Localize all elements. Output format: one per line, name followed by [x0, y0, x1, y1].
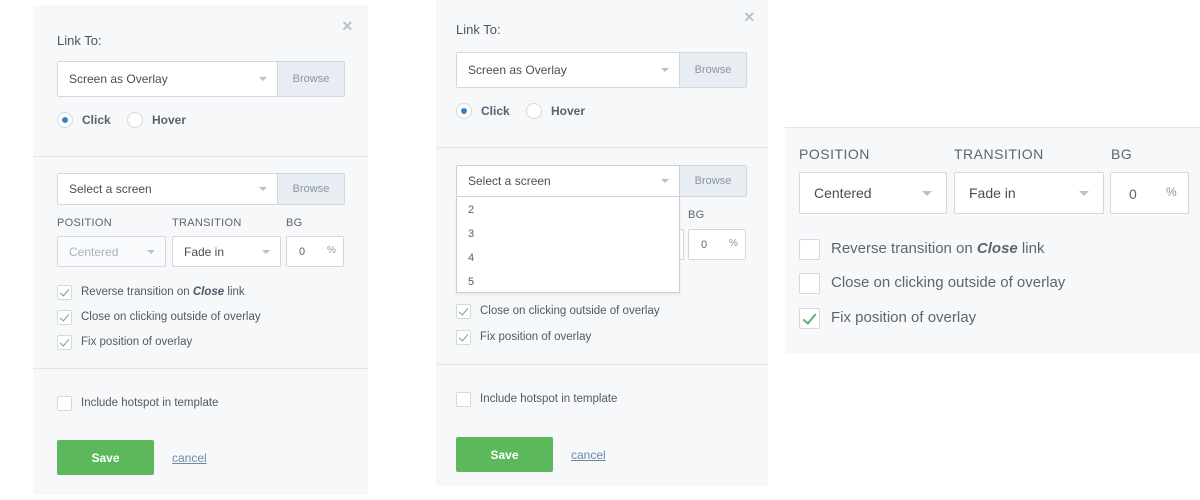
bg-percent-unit: %: [729, 238, 738, 249]
link-settings-panel-dropdown-open: × Link To: Screen as Overlay Browse Clic…: [436, 0, 768, 486]
reverse-transition-checkbox[interactable]: [57, 285, 72, 300]
chevron-down-icon: [1079, 191, 1089, 196]
chevron-down-icon: [259, 187, 267, 191]
screen-dropdown-list: 2 3 4 5: [456, 197, 680, 293]
bg-heading: BG: [286, 217, 303, 229]
link-type-value: Screen as Overlay: [69, 72, 168, 86]
close-outside-checkbox[interactable]: [456, 304, 471, 319]
link-settings-panel: × Link To: Screen as Overlay Browse Clic…: [33, 5, 368, 495]
screen-browse-button[interactable]: Browse: [680, 165, 747, 197]
radio-click[interactable]: [456, 103, 472, 119]
bg-opacity-input[interactable]: 0 %: [286, 236, 344, 267]
radio-hover-label: Hover: [551, 104, 586, 118]
overlay-options-zoom: POSITION TRANSITION BG Centered Fade in …: [785, 127, 1200, 353]
screen-select[interactable]: Select a screen: [456, 165, 680, 197]
bg-opacity-value: 0: [299, 246, 306, 258]
link-type-value: Screen as Overlay: [468, 63, 567, 77]
bg-percent-unit: %: [327, 245, 336, 256]
link-type-select[interactable]: Screen as Overlay: [456, 52, 680, 88]
chevron-down-icon: [661, 179, 669, 183]
bg-opacity-input[interactable]: 0 %: [1110, 172, 1189, 214]
include-template-checkbox[interactable]: [456, 392, 471, 407]
position-value: Centered: [814, 185, 872, 201]
position-select[interactable]: Centered: [799, 172, 947, 214]
dropdown-option[interactable]: 2: [468, 204, 474, 216]
reverse-transition-label: Reverse transition on Close link: [831, 240, 1045, 257]
transition-heading: TRANSITION: [172, 217, 242, 229]
chevron-down-icon: [922, 191, 932, 196]
reverse-transition-checkbox[interactable]: [799, 239, 820, 260]
fix-position-label: Fix position of overlay: [831, 309, 977, 326]
bg-opacity-input[interactable]: 0 %: [688, 229, 746, 260]
position-value: Centered: [69, 244, 119, 259]
reverse-transition-label: Reverse transition on Close link: [81, 286, 245, 298]
close-outside-label: Close on clicking outside of overlay: [480, 305, 660, 317]
bg-opacity-value: 0: [1129, 186, 1137, 202]
chevron-down-icon: [661, 68, 669, 72]
fix-position-checkbox[interactable]: [57, 335, 72, 350]
transition-value: Fade in: [969, 185, 1016, 201]
include-template-checkbox[interactable]: [57, 396, 72, 411]
fix-position-checkbox[interactable]: [799, 308, 820, 329]
radio-click[interactable]: [57, 112, 73, 128]
dropdown-option[interactable]: 4: [468, 252, 474, 264]
include-template-label: Include hotspot in template: [480, 393, 618, 405]
position-heading: POSITION: [799, 146, 870, 162]
close-outside-label: Close on clicking outside of overlay: [831, 274, 1066, 291]
bg-heading: BG: [688, 209, 705, 221]
screen-select-value: Select a screen: [468, 174, 551, 188]
bg-heading: BG: [1111, 146, 1133, 162]
transition-heading: TRANSITION: [954, 146, 1044, 162]
dropdown-option[interactable]: 3: [468, 228, 474, 240]
radio-hover-label: Hover: [152, 113, 187, 127]
transition-select[interactable]: Fade in: [172, 236, 281, 267]
browse-button[interactable]: Browse: [278, 61, 345, 97]
screen-select-value: Select a screen: [69, 182, 152, 196]
fix-position-label: Fix position of overlay: [480, 331, 592, 343]
close-outside-checkbox[interactable]: [799, 273, 820, 294]
link-to-label: Link To:: [456, 22, 501, 37]
link-to-label: Link To:: [57, 33, 102, 48]
cancel-link[interactable]: cancel: [571, 448, 606, 462]
browse-button[interactable]: Browse: [680, 52, 747, 88]
dropdown-option[interactable]: 5: [468, 276, 474, 288]
link-type-select[interactable]: Screen as Overlay: [57, 61, 278, 97]
bg-opacity-value: 0: [701, 239, 708, 251]
position-select[interactable]: Centered: [57, 236, 166, 267]
radio-hover[interactable]: [127, 112, 143, 128]
chevron-down-icon: [262, 249, 270, 254]
save-button[interactable]: Save: [57, 440, 154, 475]
chevron-down-icon: [259, 77, 267, 81]
radio-click-label: Click: [481, 104, 510, 118]
radio-hover[interactable]: [526, 103, 542, 119]
close-outside-checkbox[interactable]: [57, 310, 72, 325]
close-outside-label: Close on clicking outside of overlay: [81, 311, 261, 323]
bg-percent-unit: %: [1166, 185, 1177, 199]
chevron-down-icon: [147, 249, 155, 254]
close-icon[interactable]: ×: [744, 8, 755, 26]
cancel-link[interactable]: cancel: [172, 451, 207, 465]
include-template-label: Include hotspot in template: [81, 397, 219, 409]
fix-position-checkbox[interactable]: [456, 330, 471, 345]
close-icon[interactable]: ×: [342, 17, 353, 35]
radio-click-label: Click: [82, 113, 111, 127]
screen-browse-button[interactable]: Browse: [278, 173, 345, 205]
transition-value: Fade in: [184, 244, 225, 259]
save-button[interactable]: Save: [456, 437, 553, 472]
fix-position-label: Fix position of overlay: [81, 336, 193, 348]
transition-select[interactable]: Fade in: [954, 172, 1104, 214]
screen-select[interactable]: Select a screen: [57, 173, 278, 205]
position-heading: POSITION: [57, 217, 112, 229]
